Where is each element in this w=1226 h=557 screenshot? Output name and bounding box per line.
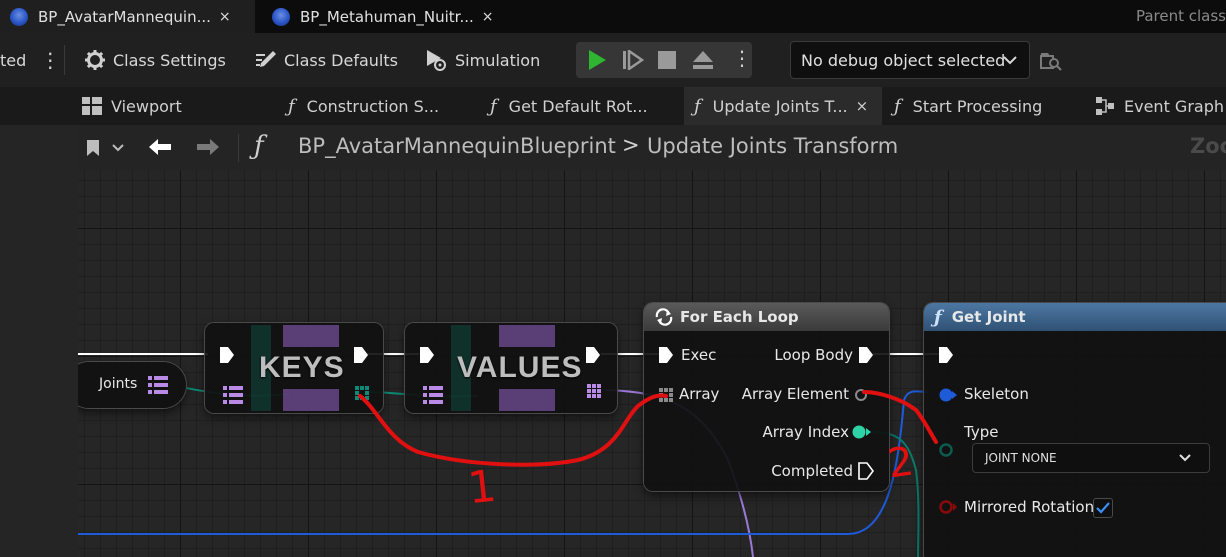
tab-label: Event Graph xyxy=(1124,96,1224,116)
breadcrumb-separator: > xyxy=(622,133,640,157)
close-icon[interactable]: × xyxy=(482,9,494,25)
graph-canvas[interactable]: Joints KEYS VALUES For Each Loop Exec Lo… xyxy=(78,170,1226,557)
toolbar-fragment-label: ted xyxy=(0,50,27,70)
breadcrumb-current: Update Joints Transform xyxy=(647,134,899,158)
tab-label: Viewport xyxy=(111,96,182,116)
bookmark-icon[interactable] xyxy=(86,139,126,157)
tab-label: Update Joints T... xyxy=(712,96,848,116)
event-graph-icon xyxy=(1096,97,1114,115)
tab-viewport[interactable]: Viewport xyxy=(82,87,182,125)
blueprint-icon xyxy=(272,7,290,26)
tab-event-graph[interactable]: Event Graph xyxy=(1096,87,1224,125)
debug-object-value: No debug object selected xyxy=(801,50,1006,70)
blueprint-icon xyxy=(10,7,28,26)
class-defaults-label: Class Defaults xyxy=(284,50,398,70)
graph-tab-bar: Viewport ƒ Construction S... ƒ Get Defau… xyxy=(0,87,1226,125)
toolbar-overflow-fragment[interactable]: ted ⋮ xyxy=(0,33,60,87)
back-arrow-icon[interactable] xyxy=(148,138,172,156)
eject-icon[interactable] xyxy=(692,50,714,70)
annotation-layer xyxy=(358,390,938,467)
function-icon: ƒ xyxy=(694,95,701,117)
class-defaults-icon xyxy=(256,51,276,67)
simulation-icon xyxy=(427,50,446,71)
breadcrumb: ƒ BP_AvatarMannequinBlueprint > Update J… xyxy=(78,125,1226,170)
class-settings-button[interactable]: Class Settings xyxy=(84,33,226,87)
document-tab-label: BP_Metahuman_Nuitr... xyxy=(300,7,474,26)
forward-arrow-icon[interactable] xyxy=(196,138,220,156)
find-debug-object-icon[interactable] xyxy=(1040,50,1062,72)
class-defaults-button[interactable]: Class Defaults xyxy=(253,33,398,87)
step-icon[interactable] xyxy=(622,50,644,70)
function-icon: ƒ xyxy=(288,95,295,117)
function-icon: ƒ xyxy=(490,95,497,117)
tab-start-processing[interactable]: ƒ Start Processing xyxy=(894,87,1042,125)
breadcrumb-root[interactable]: BP_AvatarMannequinBlueprint xyxy=(298,134,616,158)
tab-construction-script[interactable]: ƒ Construction S... xyxy=(288,87,439,125)
tab-label: Get Default Rot... xyxy=(508,96,648,116)
annotation-stroke xyxy=(862,390,938,444)
annotation-stroke xyxy=(358,393,668,467)
more-options-icon[interactable]: ⋮ xyxy=(732,46,752,70)
function-icon: ƒ xyxy=(894,95,901,117)
parent-class-label: Parent class xyxy=(1135,7,1226,25)
function-icon: ƒ xyxy=(254,131,264,161)
document-tab-label: BP_AvatarMannequin... xyxy=(38,7,211,26)
left-panel-edge xyxy=(0,125,78,557)
close-icon[interactable]: × xyxy=(856,97,869,115)
document-tab-avatar-mannequin[interactable]: BP_AvatarMannequin... × xyxy=(0,0,255,33)
zoom-label: Zoo xyxy=(1190,134,1226,158)
tab-label: Start Processing xyxy=(912,96,1043,116)
stop-icon[interactable] xyxy=(658,51,676,69)
toolbar: ted ⋮ Class Settings Class Defaults Simu… xyxy=(0,33,1226,88)
annotation-label-one: 1 xyxy=(465,460,499,515)
chevron-down-icon xyxy=(1003,56,1017,65)
close-icon[interactable]: × xyxy=(219,9,231,25)
tab-label: Construction S... xyxy=(306,96,440,116)
tab-get-default-rotation[interactable]: ƒ Get Default Rot... xyxy=(490,87,648,125)
gear-icon xyxy=(85,50,105,70)
play-icon[interactable] xyxy=(586,49,608,71)
simulation-label: Simulation xyxy=(455,50,541,70)
simulation-button[interactable]: Simulation xyxy=(424,33,540,87)
tab-update-joints-transform[interactable]: ƒ Update Joints T... × xyxy=(684,87,882,125)
class-settings-label: Class Settings xyxy=(113,50,226,70)
viewport-icon xyxy=(82,97,102,115)
debug-object-select[interactable]: No debug object selected xyxy=(790,41,1030,79)
document-tab-bar: BP_AvatarMannequin... × BP_Metahuman_Nui… xyxy=(0,0,1226,33)
document-tab-metahuman[interactable]: BP_Metahuman_Nuitr... × xyxy=(262,0,502,33)
play-controls: ⋮ xyxy=(576,42,752,78)
more-options-icon[interactable]: ⋮ xyxy=(40,50,60,70)
